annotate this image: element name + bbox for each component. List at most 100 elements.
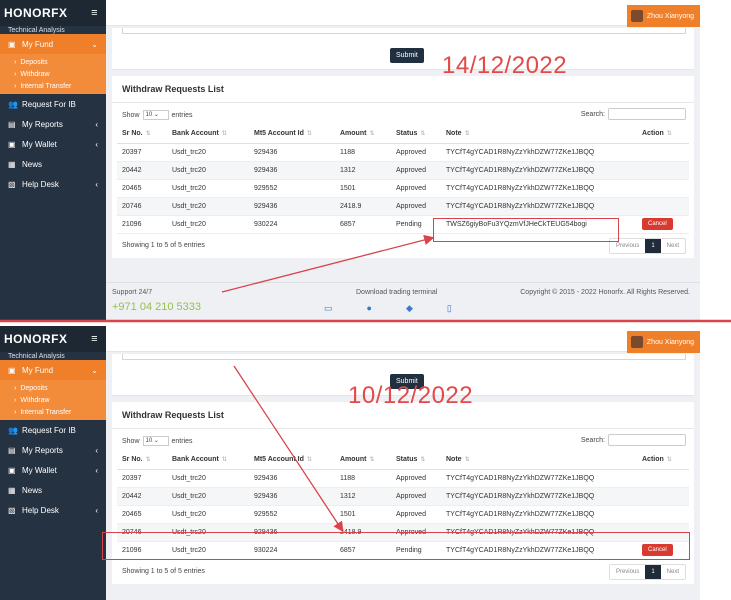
sidebar-item-withdraw[interactable]: Withdraw (0, 394, 106, 406)
submit-button[interactable]: Submit (390, 48, 424, 63)
avatar (630, 10, 643, 22)
sidebar-item-my-wallet[interactable]: ▣ My Wallet ‹ (0, 460, 106, 480)
entries-select[interactable]: 10 ⌄ (142, 436, 169, 446)
help-icon: ▧ (8, 179, 16, 189)
sidebar-item-deposits[interactable]: Deposits (0, 56, 106, 68)
desktop-icon[interactable]: ▭ (324, 303, 333, 314)
chevron-left-icon: ‹ (95, 445, 98, 455)
pagination-page-1[interactable]: 1 (645, 564, 661, 579)
brand-logo[interactable]: HONORFX ≡ (0, 326, 106, 352)
length-control: Show 10 ⌄ entries (122, 436, 193, 446)
sidebar-item-my-fund[interactable]: ▣ My Fund ⌄ (0, 34, 106, 54)
mobile-icon[interactable]: ▯ (447, 303, 452, 314)
pagination-previous[interactable]: Previous (610, 565, 645, 579)
date-annotation-top: 14/12/2022 (442, 52, 568, 79)
sidebar-item-help-desk[interactable]: ▧ Help Desk ‹ (0, 174, 106, 194)
table-footer: Showing 1 to 5 of 5 entries Previous 1 N… (112, 234, 694, 258)
cancel-button[interactable]: Cancel (642, 218, 673, 230)
sidebar-item-request-ib[interactable]: 👥 Request For IB (0, 420, 106, 440)
search-input[interactable] (608, 108, 686, 120)
download-label: Download trading terminal (356, 289, 438, 296)
col-bank-account[interactable]: Bank Account ⇅ (167, 451, 249, 470)
col-bank-account[interactable]: Bank Account ⇅ (167, 125, 249, 144)
table-row: 20397 Usdt_trc20 929436 1188 Approved TYCfT4g… (117, 469, 689, 488)
sidebar-item-withdraw[interactable]: Withdraw (0, 68, 106, 80)
col-status[interactable]: Status ⇅ (391, 125, 441, 144)
sidebar-item-request-ib[interactable]: 👥 Request For IB (0, 94, 106, 114)
user-menu[interactable]: Zhou Xianyong (626, 5, 700, 27)
help-icon: ▧ (8, 505, 16, 515)
sidebar-item-my-wallet[interactable]: ▣ My Wallet ‹ (0, 134, 106, 154)
site-footer: Support 24/7 +971 04 210 5333 Download t… (106, 282, 700, 320)
users-icon: 👥 (8, 425, 18, 435)
avatar (630, 336, 643, 348)
col-mt5-account[interactable]: Mt5 Account Id ⇅ (249, 125, 335, 144)
sidebar-item-help-desk[interactable]: ▧ Help Desk ‹ (0, 500, 106, 520)
col-sr-no[interactable]: Sr No. ⇅ (117, 451, 167, 470)
table-row: 20442 Usdt_trc20 929436 1312 Approved TYCfT4g… (117, 487, 689, 506)
col-sr-no[interactable]: Sr No. ⇅ (117, 125, 167, 144)
table-row: 20746 Usdt_trc20 929436 2418.9 Approved TYCfT… (117, 523, 689, 542)
sidebar-item-my-fund[interactable]: ▣ My Fund ⌄ (0, 360, 106, 380)
table-row: 20746 Usdt_trc20 929436 2418.9 Approved TYCfT… (117, 197, 689, 216)
top-navbar: Zhou Xianyong (106, 326, 700, 353)
chevron-down-icon: ⌄ (91, 39, 98, 49)
withdraw-table: Sr No. ⇅ Bank Account ⇅ Mt5 Account Id ⇅ Am… (117, 451, 689, 560)
table-row: 20442 Usdt_trc20 929436 1312 Approved TYCfT4g… (117, 161, 689, 180)
col-note[interactable]: Note ⇅ (441, 125, 637, 144)
main-content: Submit Withdraw Requests List Show 10 ⌄ … (106, 26, 700, 320)
note-textarea[interactable] (122, 354, 686, 360)
withdraw-form-card: Submit (112, 28, 694, 70)
sidebar-item-technical-analysis[interactable]: Technical Analysis (0, 26, 106, 34)
pagination-previous[interactable]: Previous (610, 239, 645, 253)
table-controls: Show 10 ⌄ entries Search: (112, 429, 694, 451)
news-icon: ▦ (8, 485, 16, 495)
card-title: Withdraw Requests List (112, 76, 694, 103)
table-header-row: Sr No. ⇅ Bank Account ⇅ Mt5 Account Id ⇅ Am… (117, 125, 689, 144)
sidebar-item-my-reports[interactable]: ▤ My Reports ‹ (0, 440, 106, 460)
support-phone[interactable]: +971 04 210 5333 (112, 301, 201, 313)
sidebar-item-deposits[interactable]: Deposits (0, 382, 106, 394)
col-note[interactable]: Note ⇅ (441, 451, 637, 470)
col-amount[interactable]: Amount ⇅ (335, 125, 391, 144)
table-footer: Showing 1 to 5 of 5 entries Previous 1 N… (112, 560, 694, 584)
chevron-left-icon: ‹ (95, 179, 98, 189)
pagination: Previous 1 Next (608, 563, 686, 580)
pagination-page-1[interactable]: 1 (645, 238, 661, 253)
bottom-screenshot: HONORFX ≡ Technical Analysis ▣ My Fund ⌄… (0, 326, 700, 600)
wallet-icon: ▣ (8, 39, 16, 49)
sidebar-item-technical-analysis[interactable]: Technical Analysis (0, 352, 106, 360)
col-amount[interactable]: Amount ⇅ (335, 451, 391, 470)
table-row: 20397 Usdt_trc20 929436 1188 Approved TYCfT4g… (117, 143, 689, 162)
android-icon[interactable]: ◆ (406, 303, 413, 314)
pagination-next[interactable]: Next (661, 565, 685, 579)
reports-icon: ▤ (8, 119, 16, 129)
sidebar-item-news[interactable]: ▦ News (0, 154, 106, 174)
col-action[interactable]: Action ⇅ (637, 125, 689, 144)
chevron-down-icon: ⌄ (91, 365, 98, 375)
cancel-button[interactable]: Cancel (642, 544, 673, 556)
sidebar-item-internal-transfer[interactable]: Internal Transfer (0, 406, 106, 418)
col-action[interactable]: Action ⇅ (637, 451, 689, 470)
entries-select[interactable]: 10 ⌄ (142, 110, 169, 120)
chevron-left-icon: ‹ (95, 119, 98, 129)
chevron-left-icon: ‹ (95, 139, 98, 149)
table-row: 21096 Usdt_trc20 930224 6857 Pending TWSZ6gi… (117, 215, 689, 234)
col-mt5-account[interactable]: Mt5 Account Id ⇅ (249, 451, 335, 470)
pagination-next[interactable]: Next (661, 239, 685, 253)
menu-toggle-icon[interactable]: ≡ (91, 333, 98, 345)
length-control: Show 10 ⌄ entries (122, 110, 193, 120)
user-menu[interactable]: Zhou Xianyong (626, 331, 700, 353)
search-input[interactable] (608, 434, 686, 446)
menu-toggle-icon[interactable]: ≡ (91, 7, 98, 19)
apple-icon[interactable]: ● (367, 303, 372, 314)
sidebar-item-my-reports[interactable]: ▤ My Reports ‹ (0, 114, 106, 134)
brand-logo[interactable]: HONORFX ≡ (0, 0, 106, 26)
col-status[interactable]: Status ⇅ (391, 451, 441, 470)
table-row: 20465 Usdt_trc20 929552 1501 Approved TYCfT4g… (117, 505, 689, 524)
note-textarea[interactable] (122, 28, 686, 34)
sidebar-item-internal-transfer[interactable]: Internal Transfer (0, 80, 106, 92)
pending-note-cell: TWSZ6giyBoFu3YQzmVfJHeCkTEUG54bogi (441, 215, 637, 234)
sidebar-item-news[interactable]: ▦ News (0, 480, 106, 500)
top-screenshot: HONORFX ≡ Technical Analysis ▣ My Fund ⌄… (0, 0, 700, 320)
